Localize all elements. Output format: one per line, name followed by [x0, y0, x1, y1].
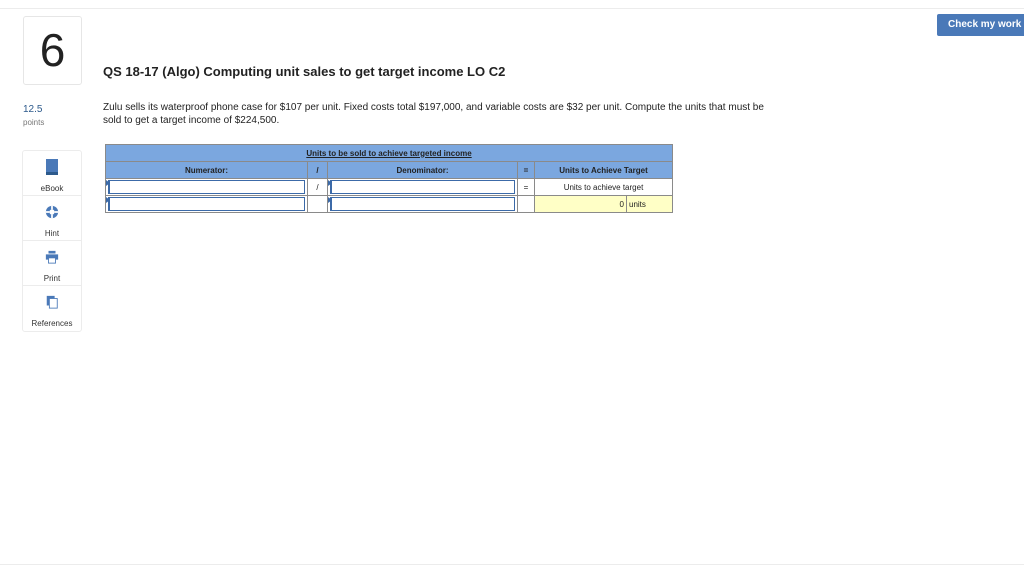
denominator-cell [327, 178, 518, 196]
divide-sign [307, 195, 328, 213]
divide-sign: / [307, 178, 328, 196]
denominator-input[interactable] [330, 180, 515, 194]
table-row: / = Units to achieve target [105, 178, 673, 196]
points-label: points [23, 118, 45, 127]
tool-references[interactable]: References [23, 286, 81, 331]
tool-label: Hint [44, 229, 60, 238]
equals-sign [517, 195, 535, 213]
result-value: 0 [534, 195, 627, 213]
dropdown-marker-icon [106, 180, 110, 186]
points-value: 12.5 [23, 104, 43, 115]
denominator-cell [327, 195, 518, 213]
header-denominator: Denominator: [327, 161, 518, 179]
header-divide: / [307, 161, 328, 179]
worksheet-table: Units to be sold to achieve targeted inc… [105, 144, 673, 213]
result-label: Units to achieve target [534, 178, 673, 196]
numerator-amount-input[interactable] [108, 197, 305, 211]
numerator-cell [105, 178, 308, 196]
denominator-amount-input[interactable] [330, 197, 515, 211]
numerator-cell [105, 195, 308, 213]
equals-sign: = [517, 178, 535, 196]
question-title: QS 18-17 (Algo) Computing unit sales to … [103, 64, 506, 79]
bottom-divider [0, 564, 1024, 565]
tool-hint[interactable]: Hint [23, 196, 81, 241]
printer-icon [45, 250, 59, 264]
tools-panel: eBook Hint Print References [22, 150, 82, 332]
tool-ebook[interactable]: eBook [23, 151, 81, 196]
tool-print[interactable]: Print [23, 241, 81, 286]
table-row: 0 units [105, 195, 673, 213]
tool-label: eBook [40, 184, 64, 193]
lifebuoy-icon [45, 205, 59, 219]
question-number: 6 [23, 16, 82, 85]
dropdown-marker-icon [106, 197, 110, 203]
dropdown-marker-icon [328, 197, 332, 203]
dropdown-marker-icon [328, 180, 332, 186]
worksheet-title: Units to be sold to achieve targeted inc… [105, 144, 673, 162]
check-my-work-button[interactable]: Check my work [937, 14, 1024, 36]
question-prompt: Zulu sells its waterproof phone case for… [103, 102, 764, 126]
top-divider [0, 8, 1024, 9]
tool-label: References [31, 319, 73, 328]
header-numerator: Numerator: [105, 161, 308, 179]
header-result: Units to Achieve Target [534, 161, 673, 179]
header-equals: = [517, 161, 535, 179]
copy-icon [46, 295, 58, 309]
result-unit: units [626, 195, 673, 213]
numerator-input[interactable] [108, 180, 305, 194]
tool-label: Print [43, 274, 61, 283]
book-icon [46, 159, 58, 175]
